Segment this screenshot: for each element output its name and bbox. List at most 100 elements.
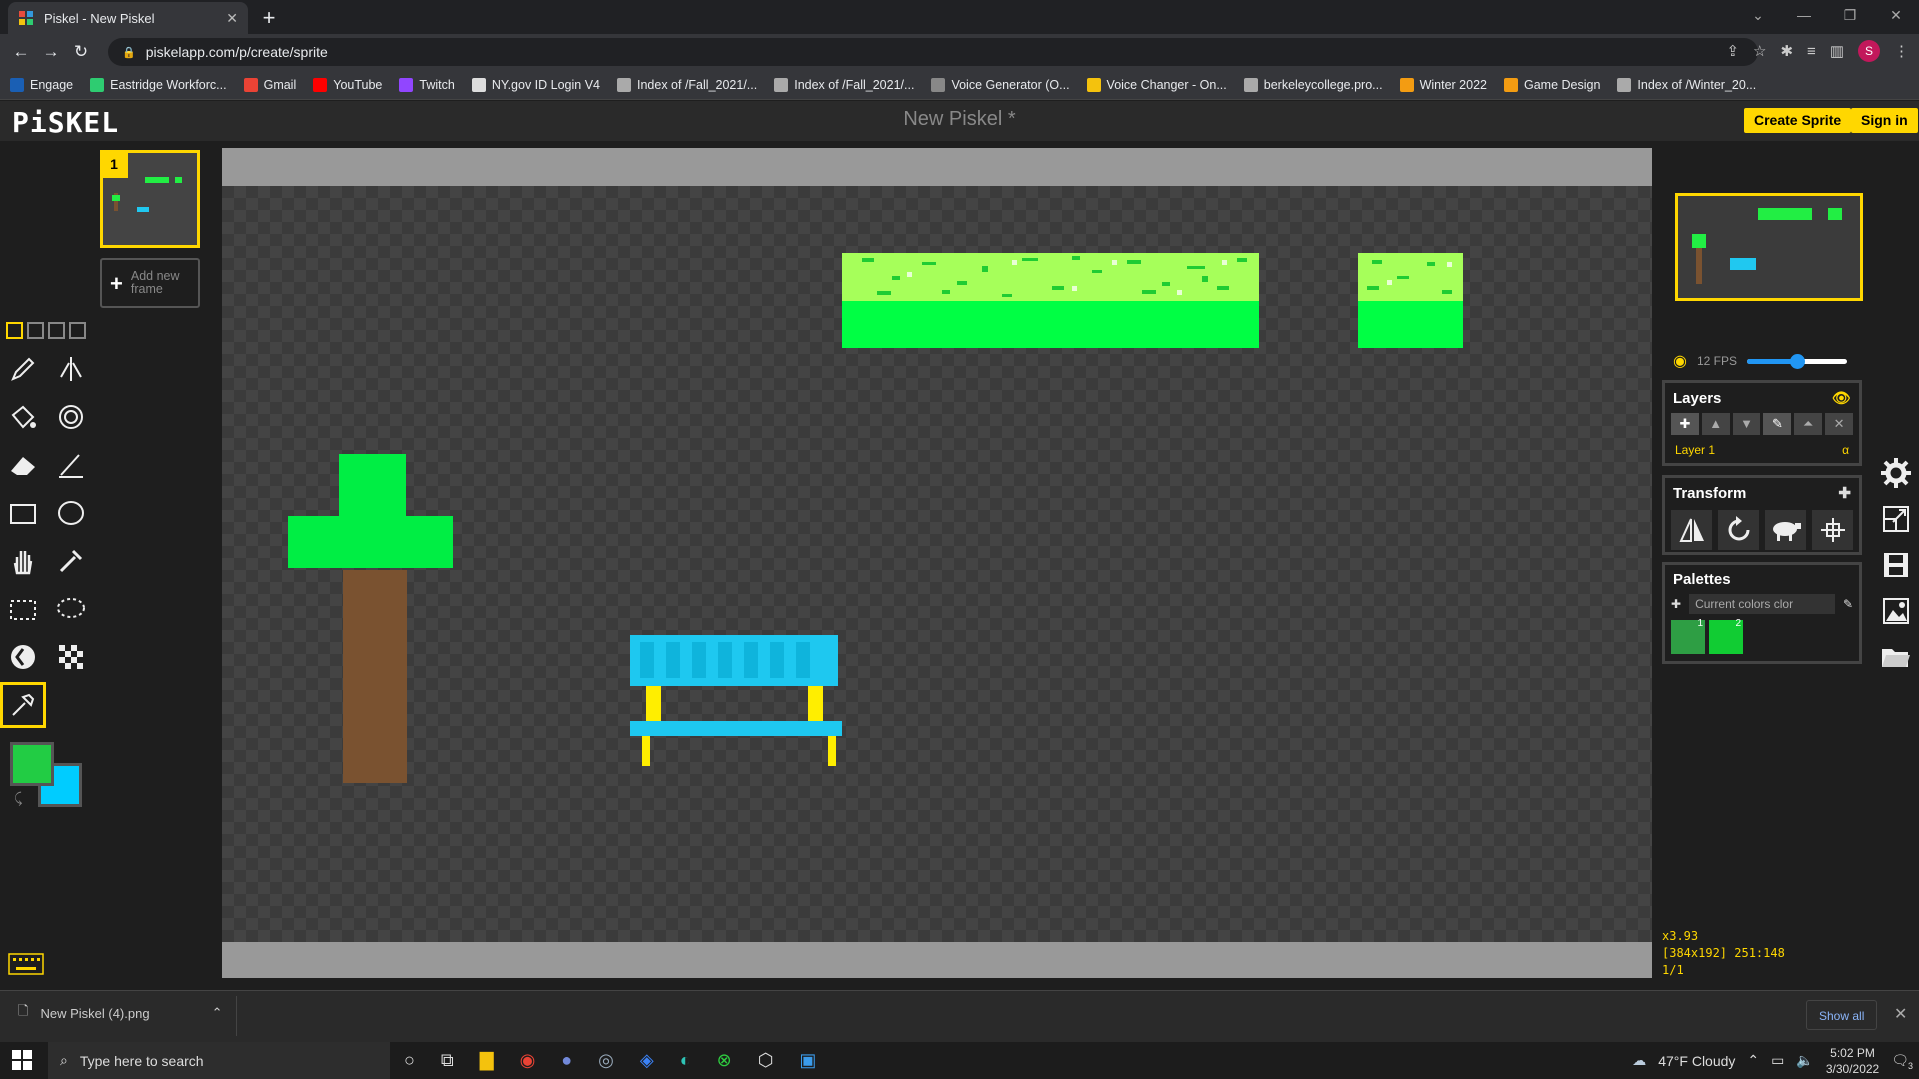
- new-tab-button[interactable]: +: [256, 5, 282, 31]
- layer-alpha[interactable]: α: [1842, 443, 1849, 457]
- fps-slider-handle[interactable]: [1790, 353, 1805, 369]
- flip-icon[interactable]: [1671, 510, 1712, 550]
- bookmark-item[interactable]: Index of /Fall_2021/...: [617, 77, 757, 92]
- steam-icon[interactable]: ◎: [598, 1050, 614, 1071]
- discord-icon[interactable]: ●: [561, 1050, 572, 1071]
- sign-in-button[interactable]: Sign in: [1851, 108, 1918, 133]
- delete-layer-button[interactable]: ✕: [1825, 413, 1853, 435]
- profile-avatar[interactable]: S: [1858, 40, 1880, 62]
- eye-icon[interactable]: 👁: [1832, 389, 1851, 407]
- paint-similar-tool[interactable]: [48, 394, 94, 440]
- volume-icon[interactable]: 🔈: [1796, 1052, 1813, 1069]
- close-downloads-icon[interactable]: ✕: [1894, 1004, 1907, 1024]
- resize-icon[interactable]: [1874, 496, 1918, 542]
- notifications-icon[interactable]: 🗨 3: [1891, 1052, 1913, 1071]
- taskbar-search[interactable]: ⌕ Type here to search: [48, 1042, 390, 1079]
- drawing-canvas[interactable]: [222, 186, 1652, 942]
- animation-preview[interactable]: [1675, 193, 1863, 301]
- close-window-button[interactable]: ✕: [1873, 0, 1919, 34]
- dithering-tool[interactable]: [48, 634, 94, 680]
- shape-select-tool[interactable]: [48, 538, 94, 584]
- color-picker-tool[interactable]: [0, 682, 46, 728]
- forward-icon[interactable]: →: [36, 42, 66, 62]
- rectangle-tool[interactable]: [0, 490, 46, 536]
- bookmark-item[interactable]: berkeleycollege.pro...: [1243, 77, 1383, 92]
- eraser-tool[interactable]: [0, 442, 46, 488]
- bookmark-item[interactable]: NY.gov ID Login V4: [471, 77, 600, 92]
- photos-icon[interactable]: ▣: [799, 1050, 816, 1071]
- pen-size-3[interactable]: [48, 322, 65, 339]
- show-all-button[interactable]: Show all: [1806, 1000, 1878, 1030]
- add-frame-button[interactable]: + Add new frame: [100, 258, 200, 308]
- bookmark-item[interactable]: Twitch: [399, 77, 455, 92]
- stroke-tool[interactable]: [48, 442, 94, 488]
- create-sprite-button[interactable]: Create Sprite: [1744, 108, 1852, 133]
- bookmark-item[interactable]: Eastridge Workforc...: [90, 77, 227, 92]
- restore-button[interactable]: ❐: [1827, 0, 1873, 34]
- clock[interactable]: 5:02 PM 3/30/2022: [1826, 1045, 1879, 1077]
- edit-palette-icon[interactable]: ✎: [1843, 597, 1853, 611]
- bookmark-item[interactable]: Voice Changer - On...: [1086, 77, 1227, 92]
- fps-slider[interactable]: [1747, 353, 1847, 369]
- reload-icon[interactable]: ↻: [66, 42, 96, 62]
- weather-icon[interactable]: ☁: [1632, 1052, 1646, 1069]
- rotate-icon[interactable]: [1718, 510, 1759, 550]
- cortana-icon[interactable]: ○: [404, 1050, 415, 1071]
- lighten-tool[interactable]: [0, 634, 46, 680]
- bookmark-item[interactable]: Index of /Fall_2021/...: [774, 77, 914, 92]
- palette-select[interactable]: Current colors clor: [1689, 594, 1835, 614]
- move-layer-down-button[interactable]: ▼: [1732, 413, 1761, 435]
- layer-item[interactable]: Layer 1 α: [1671, 439, 1853, 461]
- bookmark-item[interactable]: Gmail: [243, 77, 296, 92]
- network-icon[interactable]: ▭: [1771, 1052, 1784, 1069]
- pen-size-2[interactable]: [27, 322, 44, 339]
- minimize-button[interactable]: —: [1781, 0, 1827, 34]
- bookmark-item[interactable]: Index of /Winter_20...: [1617, 77, 1756, 92]
- save-icon[interactable]: [1874, 542, 1918, 588]
- app-icon[interactable]: ◈: [640, 1050, 654, 1071]
- edge-icon[interactable]: ◐: [680, 1050, 691, 1071]
- download-item[interactable]: 🗋 New Piskel (4).png ⌃: [18, 1002, 222, 1024]
- browser-tab[interactable]: Piskel - New Piskel ✕: [8, 2, 248, 34]
- address-bar[interactable]: 🔒 piskelapp.com/p/create/sprite: [108, 38, 1758, 66]
- circle-tool[interactable]: [48, 490, 94, 536]
- file-explorer-icon[interactable]: ▇: [480, 1050, 494, 1071]
- tray-chevron-icon[interactable]: ⌃: [1747, 1052, 1759, 1069]
- xbox-icon[interactable]: ⊗: [717, 1050, 732, 1071]
- task-view-icon[interactable]: ⧉: [441, 1050, 454, 1071]
- bookmark-item[interactable]: YouTube: [313, 77, 382, 92]
- weather-text[interactable]: 47°F Cloudy: [1658, 1053, 1735, 1069]
- extensions-icon[interactable]: ✱: [1780, 42, 1793, 60]
- add-palette-icon[interactable]: ✚: [1671, 597, 1681, 611]
- pen-tool[interactable]: [0, 346, 46, 392]
- pen-size-4[interactable]: [69, 322, 86, 339]
- back-icon[interactable]: ←: [6, 42, 36, 62]
- menu-kebab-icon[interactable]: ⋮: [1894, 42, 1909, 60]
- chrome-icon[interactable]: ◉: [520, 1050, 536, 1071]
- pen-size-1[interactable]: [6, 322, 23, 339]
- media-icon[interactable]: ≡: [1807, 43, 1816, 60]
- plus-icon[interactable]: ✚: [1838, 484, 1851, 502]
- add-layer-button[interactable]: ✚: [1671, 413, 1699, 435]
- export-image-icon[interactable]: [1874, 588, 1918, 634]
- align-center-icon[interactable]: [1812, 510, 1853, 550]
- settings-gear-icon[interactable]: [1874, 450, 1918, 496]
- lasso-select-tool[interactable]: [48, 586, 94, 632]
- clone-sheep-icon[interactable]: [1765, 510, 1806, 550]
- move-layer-up-button[interactable]: ▲: [1701, 413, 1730, 435]
- palette-color-2[interactable]: 2: [1709, 618, 1743, 654]
- chevron-down-icon[interactable]: ⌄: [1735, 0, 1781, 34]
- bookmark-item[interactable]: Game Design: [1503, 77, 1600, 92]
- sidepanel-icon[interactable]: ▥: [1830, 42, 1844, 60]
- share-icon[interactable]: ⇪: [1726, 42, 1739, 60]
- onion-skin-icon[interactable]: ◉: [1673, 351, 1687, 371]
- unity-icon[interactable]: ⬡: [758, 1050, 774, 1071]
- bookmark-star-icon[interactable]: ☆: [1753, 42, 1766, 60]
- mirror-pen-tool[interactable]: [48, 346, 94, 392]
- keyboard-icon[interactable]: [8, 953, 44, 975]
- merge-layer-button[interactable]: ⏶: [1794, 413, 1823, 435]
- open-folder-icon[interactable]: [1874, 634, 1918, 680]
- bookmark-item[interactable]: Engage: [10, 77, 73, 92]
- windows-start-icon[interactable]: [12, 1050, 32, 1070]
- swap-colors-icon[interactable]: ⤹: [14, 790, 22, 807]
